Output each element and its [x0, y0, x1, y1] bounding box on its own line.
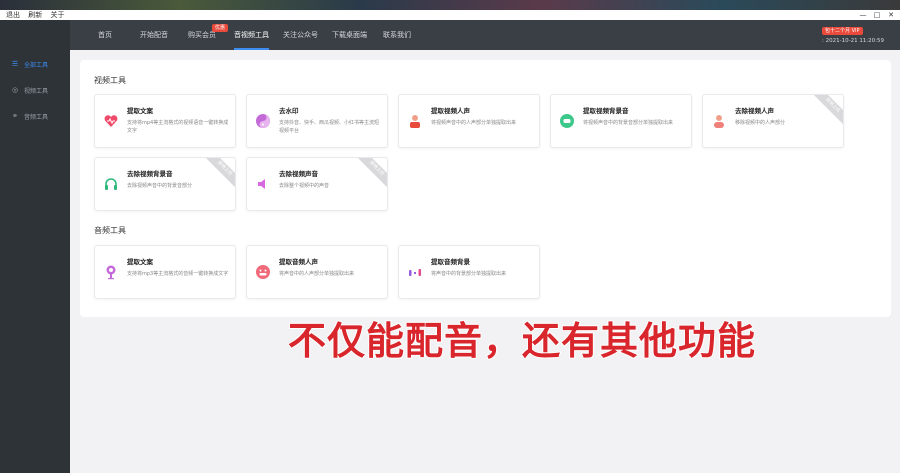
card-title: 去水印 [279, 107, 299, 115]
card-title: 提取文案 [127, 258, 153, 266]
top-navigation: 首页 开始配音 购买会员 优惠 音视频工具 关注公众号 下载桌面端 联系我们 [70, 20, 900, 50]
card-extract-audio-vocals[interactable]: 提取音频人声 将声音中的人声部分单独提取出来 [246, 245, 388, 299]
card-extract-audio-background[interactable]: 提取音频背景 将声音中的背景部分单独提取出来 [398, 245, 540, 299]
tools-panel: 视频工具 提取文案 支持将mp4等主流格式的视频语音一键转换成文字 去水印 支持… [80, 60, 891, 317]
card-extract-text[interactable]: 提取文案 支持将mp4等主流格式的视频语音一键转换成文字 [94, 94, 236, 148]
card-audio-extract-text[interactable]: 提取文案 支持将mp3等主流格式的音频一键转换成文字 [94, 245, 236, 299]
menu-bar: 退出 刷新 关于 — □ ✕ [0, 10, 900, 20]
sidebar-item-label: 音频工具 [24, 113, 49, 121]
sidebar: ☰ 全部工具 ◎ 视频工具 ⚭ 音频工具 [0, 20, 70, 473]
card-desc: 将视频声音中的人声部分单独提取出来 [431, 120, 517, 126]
minimize-icon[interactable]: — [856, 10, 870, 20]
card-extract-video-vocals[interactable]: 提取视频人声 将视频声音中的人声部分单独提取出来 [398, 94, 540, 148]
chat-bubble-icon [559, 113, 575, 129]
card-remove-watermark[interactable]: 去水印 支持抖音、快手、西瓜视频、小红书等主流短视频平台 [246, 94, 388, 148]
face-icon [255, 264, 271, 280]
close-icon[interactable]: ✕ [884, 10, 898, 20]
card-extract-video-background[interactable]: 提取视频背景音 将视频声音中的背景音部分单独提取出来 [550, 94, 692, 148]
menu-refresh[interactable]: 刷新 [28, 11, 42, 19]
datetime: : 2021-10-21 11:20:59 [822, 38, 885, 44]
card-title: 提取音频人声 [279, 258, 318, 266]
audio-section-title: 音频工具 [94, 226, 126, 235]
card-desc: 将视频声音中的背景音部分单独提取出来 [583, 120, 674, 126]
yin-yang-icon [255, 113, 271, 129]
card-desc: 支持将mp4等主流格式的视频语音一键转换成文字 [127, 120, 229, 134]
card-title: 提取音频背景 [431, 258, 470, 266]
sidebar-item-label: 视频工具 [24, 87, 49, 95]
hot-badge: 优惠 [212, 24, 229, 32]
window-controls: — □ ✕ [856, 10, 898, 20]
nav-follow-account[interactable]: 关注公众号 [283, 20, 318, 50]
card-desc: 去除整个视频中的声音 [279, 183, 330, 189]
headphones-icon: ⚭ [12, 112, 18, 120]
card-desc: 将声音中的背景部分单独提取出来 [431, 271, 507, 277]
sidebar-item-label: 全部工具 [24, 61, 49, 69]
maximize-icon[interactable]: □ [870, 10, 884, 20]
background-strip [0, 0, 900, 10]
card-desc: 移除视频中的人声部分 [735, 120, 786, 126]
card-title: 去除视频人声 [735, 107, 774, 115]
microphone-icon [103, 264, 119, 280]
person-remove-icon [711, 113, 727, 129]
sidebar-item-video-tools[interactable]: ◎ 视频工具 [0, 80, 70, 100]
card-remove-video-sound[interactable]: 即将上线 去除视频声音 去除整个视频中的声音 [246, 157, 388, 211]
headset-icon [103, 176, 119, 192]
card-title: 提取视频背景音 [583, 107, 629, 115]
card-desc: 将声音中的人声部分单独提取出来 [279, 271, 355, 277]
sidebar-item-all-tools[interactable]: ☰ 全部工具 [0, 54, 70, 74]
play-circle-icon: ◎ [11, 86, 19, 94]
heart-icon [103, 113, 119, 129]
sidebar-item-audio-tools[interactable]: ⚭ 音频工具 [0, 106, 70, 126]
list-icon: ☰ [11, 60, 19, 68]
promo-overlay-text: 不仅能配音，还有其他功能 [287, 318, 757, 364]
card-desc: 去除视频声音中的背景音部分 [127, 183, 193, 189]
card-title: 去除视频声音 [279, 170, 318, 178]
card-title: 提取视频人声 [431, 107, 470, 115]
card-title: 提取文案 [127, 107, 153, 115]
menu-exit[interactable]: 退出 [6, 11, 20, 19]
nav-start-dubbing[interactable]: 开始配音 [140, 20, 168, 50]
card-desc: 支持将mp3等主流格式的音频一键转换成文字 [127, 271, 229, 277]
speaker-icon [255, 176, 271, 192]
card-title: 去除视频背景音 [127, 170, 173, 178]
video-section-title: 视频工具 [94, 76, 126, 85]
nav-download-desktop[interactable]: 下载桌面端 [332, 20, 367, 50]
nav-home[interactable]: 首页 [98, 20, 112, 50]
person-icon [407, 113, 423, 129]
vip-badge[interactable]: 包十二个月 VIP [822, 27, 863, 35]
card-desc: 支持抖音、快手、西瓜视频、小红书等主流短视频平台 [279, 120, 380, 134]
menu-about[interactable]: 关于 [50, 11, 64, 19]
card-remove-video-vocals[interactable]: 即将上线 去除视频人声 移除视频中的人声部分 [702, 94, 844, 148]
card-remove-video-background[interactable]: 即将上线 去除视频背景音 去除视频声音中的背景音部分 [94, 157, 236, 211]
music-icon [407, 264, 423, 280]
nav-av-tools[interactable]: 音视频工具 [234, 20, 269, 50]
nav-contact-us[interactable]: 联系我们 [383, 20, 411, 50]
